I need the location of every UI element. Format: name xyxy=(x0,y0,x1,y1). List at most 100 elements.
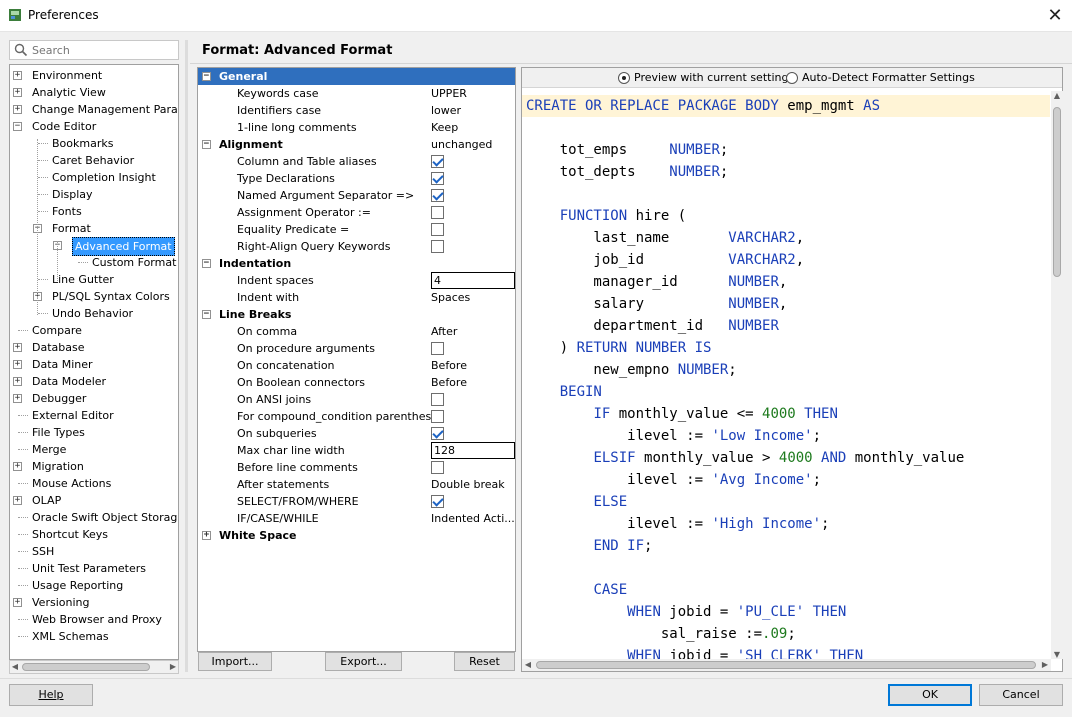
ok-button[interactable]: OK xyxy=(888,684,972,706)
scroll-left-icon[interactable]: ◀ xyxy=(522,659,534,671)
expand-icon[interactable]: + xyxy=(13,71,22,80)
preview-horizontal-scrollbar[interactable]: ◀ ▶ xyxy=(522,659,1051,671)
tree-item-label: Unit Test Parameters xyxy=(32,562,147,575)
checkbox[interactable] xyxy=(431,223,444,236)
close-icon[interactable]: ✕ xyxy=(1046,5,1064,26)
group-alignment[interactable]: − Alignment xyxy=(198,136,515,153)
option-indent-spaces[interactable]: Indent spaces 4 xyxy=(198,272,515,289)
option-right-align-keywords[interactable]: Right-Align Query Keywords xyxy=(198,238,515,255)
option-identifiers-case[interactable]: Identifiers case lower xyxy=(198,102,515,119)
option-named-arg-separator[interactable]: Named Argument Separator => xyxy=(198,187,515,204)
radio-button[interactable] xyxy=(786,72,798,84)
scroll-thumb[interactable] xyxy=(1053,107,1061,277)
checkbox[interactable] xyxy=(431,427,444,440)
option-indent-with[interactable]: Indent with Spaces xyxy=(198,289,515,306)
preview-vertical-scrollbar[interactable]: ▲ ▼ xyxy=(1051,91,1063,659)
tree-item-label: Database xyxy=(32,341,85,354)
checkbox[interactable] xyxy=(431,206,444,219)
indent-spaces-input[interactable]: 4 xyxy=(431,272,515,289)
group-line-breaks[interactable]: − Line Breaks xyxy=(198,306,515,323)
expand-icon[interactable]: + xyxy=(13,394,22,403)
collapse-icon[interactable]: − xyxy=(202,310,211,319)
checkbox[interactable] xyxy=(431,155,444,168)
on-comma-select[interactable]: After xyxy=(431,323,457,340)
option-select-from-where[interactable]: SELECT/FROM/WHERE xyxy=(198,493,515,510)
group-indentation[interactable]: − Indentation xyxy=(198,255,515,272)
group-white-space[interactable]: + White Space xyxy=(198,527,515,544)
after-statements-select[interactable]: Double break xyxy=(431,476,505,493)
option-if-case-while[interactable]: IF/CASE/WHILE Indented Acti... xyxy=(198,510,515,527)
radio-button[interactable] xyxy=(618,72,630,84)
on-boolean-select[interactable]: Before xyxy=(431,374,467,391)
option-on-ansi-joins[interactable]: On ANSI joins xyxy=(198,391,515,408)
expand-icon[interactable]: + xyxy=(13,496,22,505)
expand-icon[interactable]: + xyxy=(202,531,211,540)
expand-icon[interactable]: + xyxy=(13,462,22,471)
tree-guide xyxy=(57,241,58,281)
tree-connector xyxy=(18,415,28,416)
expand-icon[interactable]: + xyxy=(13,105,22,114)
option-on-comma[interactable]: On comma After xyxy=(198,323,515,340)
scroll-right-icon[interactable]: ▶ xyxy=(1039,659,1051,671)
identifiers-case-select[interactable]: lower xyxy=(431,102,461,119)
tree-item-label: Usage Reporting xyxy=(32,579,124,592)
on-concatenation-select[interactable]: Before xyxy=(431,357,467,374)
scroll-left-icon[interactable]: ◀ xyxy=(10,661,20,673)
option-after-statements[interactable]: After statements Double break xyxy=(198,476,515,493)
expand-icon[interactable]: + xyxy=(13,377,22,386)
export-button[interactable]: Export... xyxy=(325,652,402,671)
indent-with-select[interactable]: Spaces xyxy=(431,289,470,306)
option-column-table-aliases[interactable]: Column and Table aliases xyxy=(198,153,515,170)
option-on-concatenation[interactable]: On concatenation Before xyxy=(198,357,515,374)
search-box[interactable] xyxy=(9,40,179,60)
keywords-case-select[interactable]: UPPER xyxy=(431,85,467,102)
checkbox[interactable] xyxy=(431,495,444,508)
collapse-icon[interactable]: − xyxy=(202,259,211,268)
option-max-line-width[interactable]: Max char line width 128 xyxy=(198,442,515,459)
import-button[interactable]: Import... xyxy=(198,652,272,671)
if-case-while-select[interactable]: Indented Acti... xyxy=(431,510,515,527)
option-compound-condition[interactable]: For compound_condition parenthesis xyxy=(198,408,515,425)
expand-icon[interactable]: + xyxy=(13,598,22,607)
cancel-button[interactable]: Cancel xyxy=(979,684,1063,706)
help-button[interactable]: Help xyxy=(9,684,93,706)
tree-connector xyxy=(38,211,48,212)
group-general[interactable]: − General xyxy=(198,68,515,85)
expand-icon[interactable]: + xyxy=(13,360,22,369)
option-on-subqueries[interactable]: On subqueries xyxy=(198,425,515,442)
tree-item-label: Web Browser and Proxy xyxy=(32,613,162,626)
expand-icon[interactable]: + xyxy=(13,88,22,97)
checkbox[interactable] xyxy=(431,393,444,406)
reset-button[interactable]: Reset xyxy=(454,652,515,671)
scroll-thumb[interactable] xyxy=(536,661,1036,669)
scroll-thumb[interactable] xyxy=(22,663,150,671)
expand-icon[interactable]: + xyxy=(13,343,22,352)
scroll-up-icon[interactable]: ▲ xyxy=(1051,91,1063,100)
collapse-icon[interactable]: − xyxy=(202,72,211,81)
option-type-declarations[interactable]: Type Declarations xyxy=(198,170,515,187)
scroll-down-icon[interactable]: ▼ xyxy=(1051,650,1063,659)
title-bar: Preferences ✕ xyxy=(0,0,1072,32)
scroll-right-icon[interactable]: ▶ xyxy=(168,661,178,673)
search-input[interactable] xyxy=(32,42,172,58)
checkbox[interactable] xyxy=(431,240,444,253)
checkbox[interactable] xyxy=(431,172,444,185)
panel-splitter[interactable] xyxy=(185,40,188,672)
checkbox[interactable] xyxy=(431,189,444,202)
option-on-boolean-connectors[interactable]: On Boolean connectors Before xyxy=(198,374,515,391)
option-assignment-operator[interactable]: Assignment Operator := xyxy=(198,204,515,221)
max-line-width-input[interactable]: 128 xyxy=(431,442,515,459)
checkbox[interactable] xyxy=(431,410,444,423)
tree-horizontal-scrollbar[interactable]: ◀ ▶ xyxy=(9,660,179,674)
collapse-icon[interactable]: − xyxy=(13,122,22,131)
option-long-comments[interactable]: 1-line long comments Keep unchanged xyxy=(198,119,515,151)
checkbox[interactable] xyxy=(431,461,444,474)
collapse-icon[interactable]: − xyxy=(202,140,211,149)
option-keywords-case[interactable]: Keywords case UPPER xyxy=(198,85,515,102)
option-before-line-comments[interactable]: Before line comments xyxy=(198,459,515,476)
tree-item-label: Analytic View xyxy=(32,86,106,99)
checkbox[interactable] xyxy=(431,342,444,355)
code-preview[interactable]: CREATE OR REPLACE PACKAGE BODY emp_mgmt … xyxy=(522,91,1050,659)
option-on-procedure-arguments[interactable]: On procedure arguments xyxy=(198,340,515,357)
option-equality-predicate[interactable]: Equality Predicate = xyxy=(198,221,515,238)
